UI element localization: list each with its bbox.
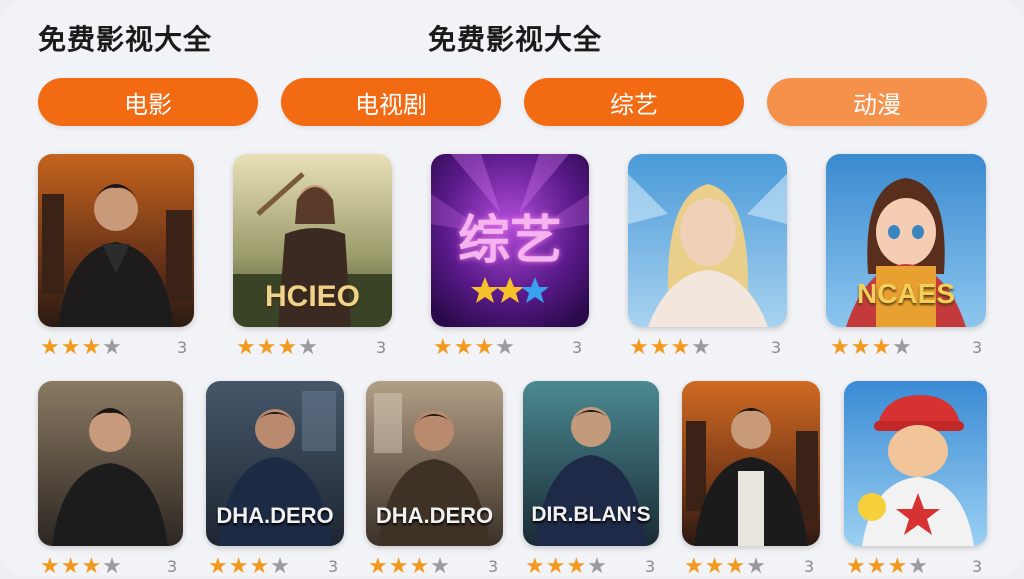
rating-count: 3 xyxy=(167,557,178,576)
star-icons: ★★★★ xyxy=(368,554,451,579)
rating-stars: ★★★★ xyxy=(40,556,123,578)
poster-title: HCIEO xyxy=(264,280,360,313)
rating-stars: ★★★★ xyxy=(368,556,451,578)
poster-image xyxy=(682,381,820,546)
poster-title: DHA.DERO xyxy=(216,503,334,528)
poster-title: DHA.DERO xyxy=(375,503,494,528)
tab-anime[interactable]: 动漫 xyxy=(767,78,987,126)
rating-count: 3 xyxy=(488,557,499,576)
star-icons: ★★★★ xyxy=(846,554,929,579)
poster-card[interactable]: NCAES xyxy=(826,154,986,327)
rating-count: 3 xyxy=(771,338,782,357)
poster-card[interactable] xyxy=(38,154,194,327)
poster-card[interactable] xyxy=(682,381,820,546)
poster-card[interactable]: DHA.DERO xyxy=(366,381,503,546)
rating-stars: ★★★★ xyxy=(629,337,712,359)
rating-stars: ★★★★ xyxy=(208,556,291,578)
rating-stars: ★★★★ xyxy=(684,556,767,578)
star-icons: ★★★★ xyxy=(208,554,291,579)
poster-card[interactable] xyxy=(38,381,183,546)
poster-title: NCAES xyxy=(856,278,955,309)
rating-count: 3 xyxy=(376,338,387,357)
poster-image xyxy=(628,154,787,327)
star-icons: ★★★★ xyxy=(684,554,767,579)
rating-count: 3 xyxy=(972,557,983,576)
poster-card[interactable]: HCIEO xyxy=(233,154,392,327)
poster-card[interactable] xyxy=(628,154,787,327)
poster-card[interactable]: 综艺 xyxy=(431,154,589,327)
rating-count: 3 xyxy=(645,557,656,576)
tab-variety[interactable]: 综艺 xyxy=(524,78,744,126)
rating-count: 3 xyxy=(572,338,583,357)
star-icons: ★★★★ xyxy=(40,554,123,579)
rating-count: 3 xyxy=(804,557,815,576)
rating-stars: ★★★★ xyxy=(830,337,913,359)
star-icons: ★★★★ xyxy=(629,335,712,360)
star-icons: ★★★★ xyxy=(40,335,123,360)
rating-count: 3 xyxy=(177,338,188,357)
star-icons: ★★★★ xyxy=(236,335,319,360)
rating-count: 3 xyxy=(328,557,339,576)
rating-stars: ★★★★ xyxy=(433,337,516,359)
poster-card[interactable] xyxy=(844,381,987,546)
poster-card[interactable]: DIR.BLAN'S xyxy=(523,381,659,546)
poster-card[interactable]: DHA.DERO xyxy=(206,381,344,546)
rating-count: 3 xyxy=(972,338,983,357)
poster-title: 综艺 xyxy=(457,211,562,271)
app-title: 免费影视大全 xyxy=(38,23,213,56)
rating-stars: ★★★★ xyxy=(525,556,608,578)
app-title-center: 免费影视大全 xyxy=(428,23,603,56)
poster-title: DIR.BLAN'S xyxy=(531,503,651,526)
poster-image xyxy=(844,381,987,546)
rating-stars: ★★★★ xyxy=(846,556,929,578)
poster-image xyxy=(38,154,194,327)
star-icons: ★★★★ xyxy=(433,335,516,360)
tab-movies[interactable]: 电影 xyxy=(38,78,258,126)
rating-stars: ★★★★ xyxy=(40,337,123,359)
tab-tv-series[interactable]: 电视剧 xyxy=(281,78,501,126)
star-icons: ★★★★ xyxy=(830,335,913,360)
poster-image xyxy=(38,381,183,546)
rating-stars: ★★★★ xyxy=(236,337,319,359)
star-icons: ★★★★ xyxy=(525,554,608,579)
